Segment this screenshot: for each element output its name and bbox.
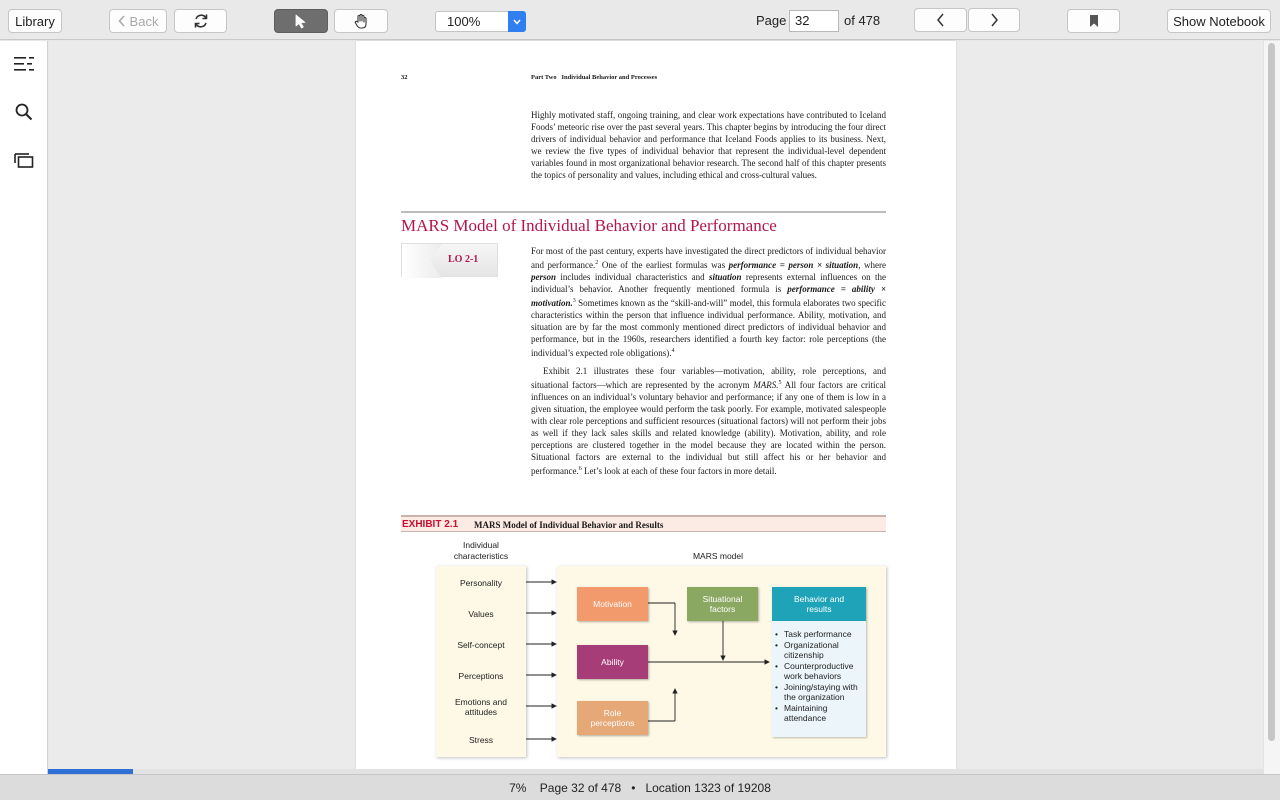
bookmark-icon — [1089, 15, 1098, 27]
hand-icon — [354, 13, 367, 29]
status-separator: • — [631, 781, 636, 795]
toolbar: Library Back 100% Page 32 of 478 Show No… — [0, 0, 1280, 40]
library-button[interactable]: Library — [8, 9, 62, 33]
result-item: Maintaining attendance — [775, 703, 864, 724]
role-perceptions-box: Role perceptions — [577, 701, 648, 735]
situational-factors-box: Situational factors — [687, 587, 758, 621]
previous-page-button[interactable] — [914, 8, 967, 32]
back-label: Back — [129, 13, 159, 29]
ability-box: Ability — [577, 645, 648, 679]
library-label: Library — [15, 13, 55, 29]
select-tool-button[interactable] — [274, 9, 328, 33]
chevron-left-icon — [937, 13, 944, 27]
status-page: Page 32 of 478 — [539, 781, 622, 795]
pointer-icon — [295, 14, 306, 28]
zoom-select[interactable]: 100% — [435, 11, 526, 32]
search-icon[interactable] — [12, 100, 36, 124]
back-button[interactable]: Back — [109, 9, 167, 33]
page-count-label: of 478 — [844, 13, 881, 28]
results-list: Task performance Organizational citizens… — [772, 621, 866, 737]
next-page-button[interactable] — [968, 8, 1020, 32]
motivation-box: Motivation — [577, 587, 648, 621]
page-label: Page — [756, 13, 787, 28]
hand-tool-button[interactable] — [334, 9, 388, 33]
bookmark-button[interactable] — [1067, 9, 1120, 33]
refresh-button[interactable] — [174, 9, 227, 33]
status-bar: 7% Page 32 of 478 • Location 1323 of 192… — [0, 774, 1280, 800]
chevron-right-icon — [990, 13, 998, 27]
scrollbar-thumb[interactable] — [1268, 43, 1275, 741]
result-item: Joining/staying with the organization — [775, 682, 864, 703]
result-item: Organizational citizenship — [775, 640, 864, 661]
result-item: Task performance — [775, 629, 864, 640]
behavior-results-box: Behavior and results — [772, 587, 866, 621]
chevron-left-icon — [118, 15, 125, 27]
sidebar — [0, 41, 48, 774]
show-notebook-label: Show Notebook — [1173, 13, 1265, 29]
table-of-contents-icon[interactable] — [12, 52, 36, 76]
show-notebook-button[interactable]: Show Notebook — [1167, 9, 1271, 33]
result-item: Counterproductive work behaviors — [775, 661, 864, 682]
chevron-down-icon — [508, 11, 526, 32]
refresh-icon — [194, 14, 207, 28]
diagram-arrows — [526, 579, 770, 742]
vertical-scrollbar[interactable] — [1263, 41, 1280, 774]
status-percent: 7% — [509, 781, 527, 795]
page-number-input[interactable]: 32 — [789, 10, 839, 32]
pages-icon[interactable] — [12, 148, 36, 172]
book-page: 32 Part Two Individual Behavior and Proc… — [356, 41, 956, 769]
status-location: Location 1323 of 19208 — [645, 781, 771, 795]
zoom-value: 100% — [447, 14, 481, 29]
